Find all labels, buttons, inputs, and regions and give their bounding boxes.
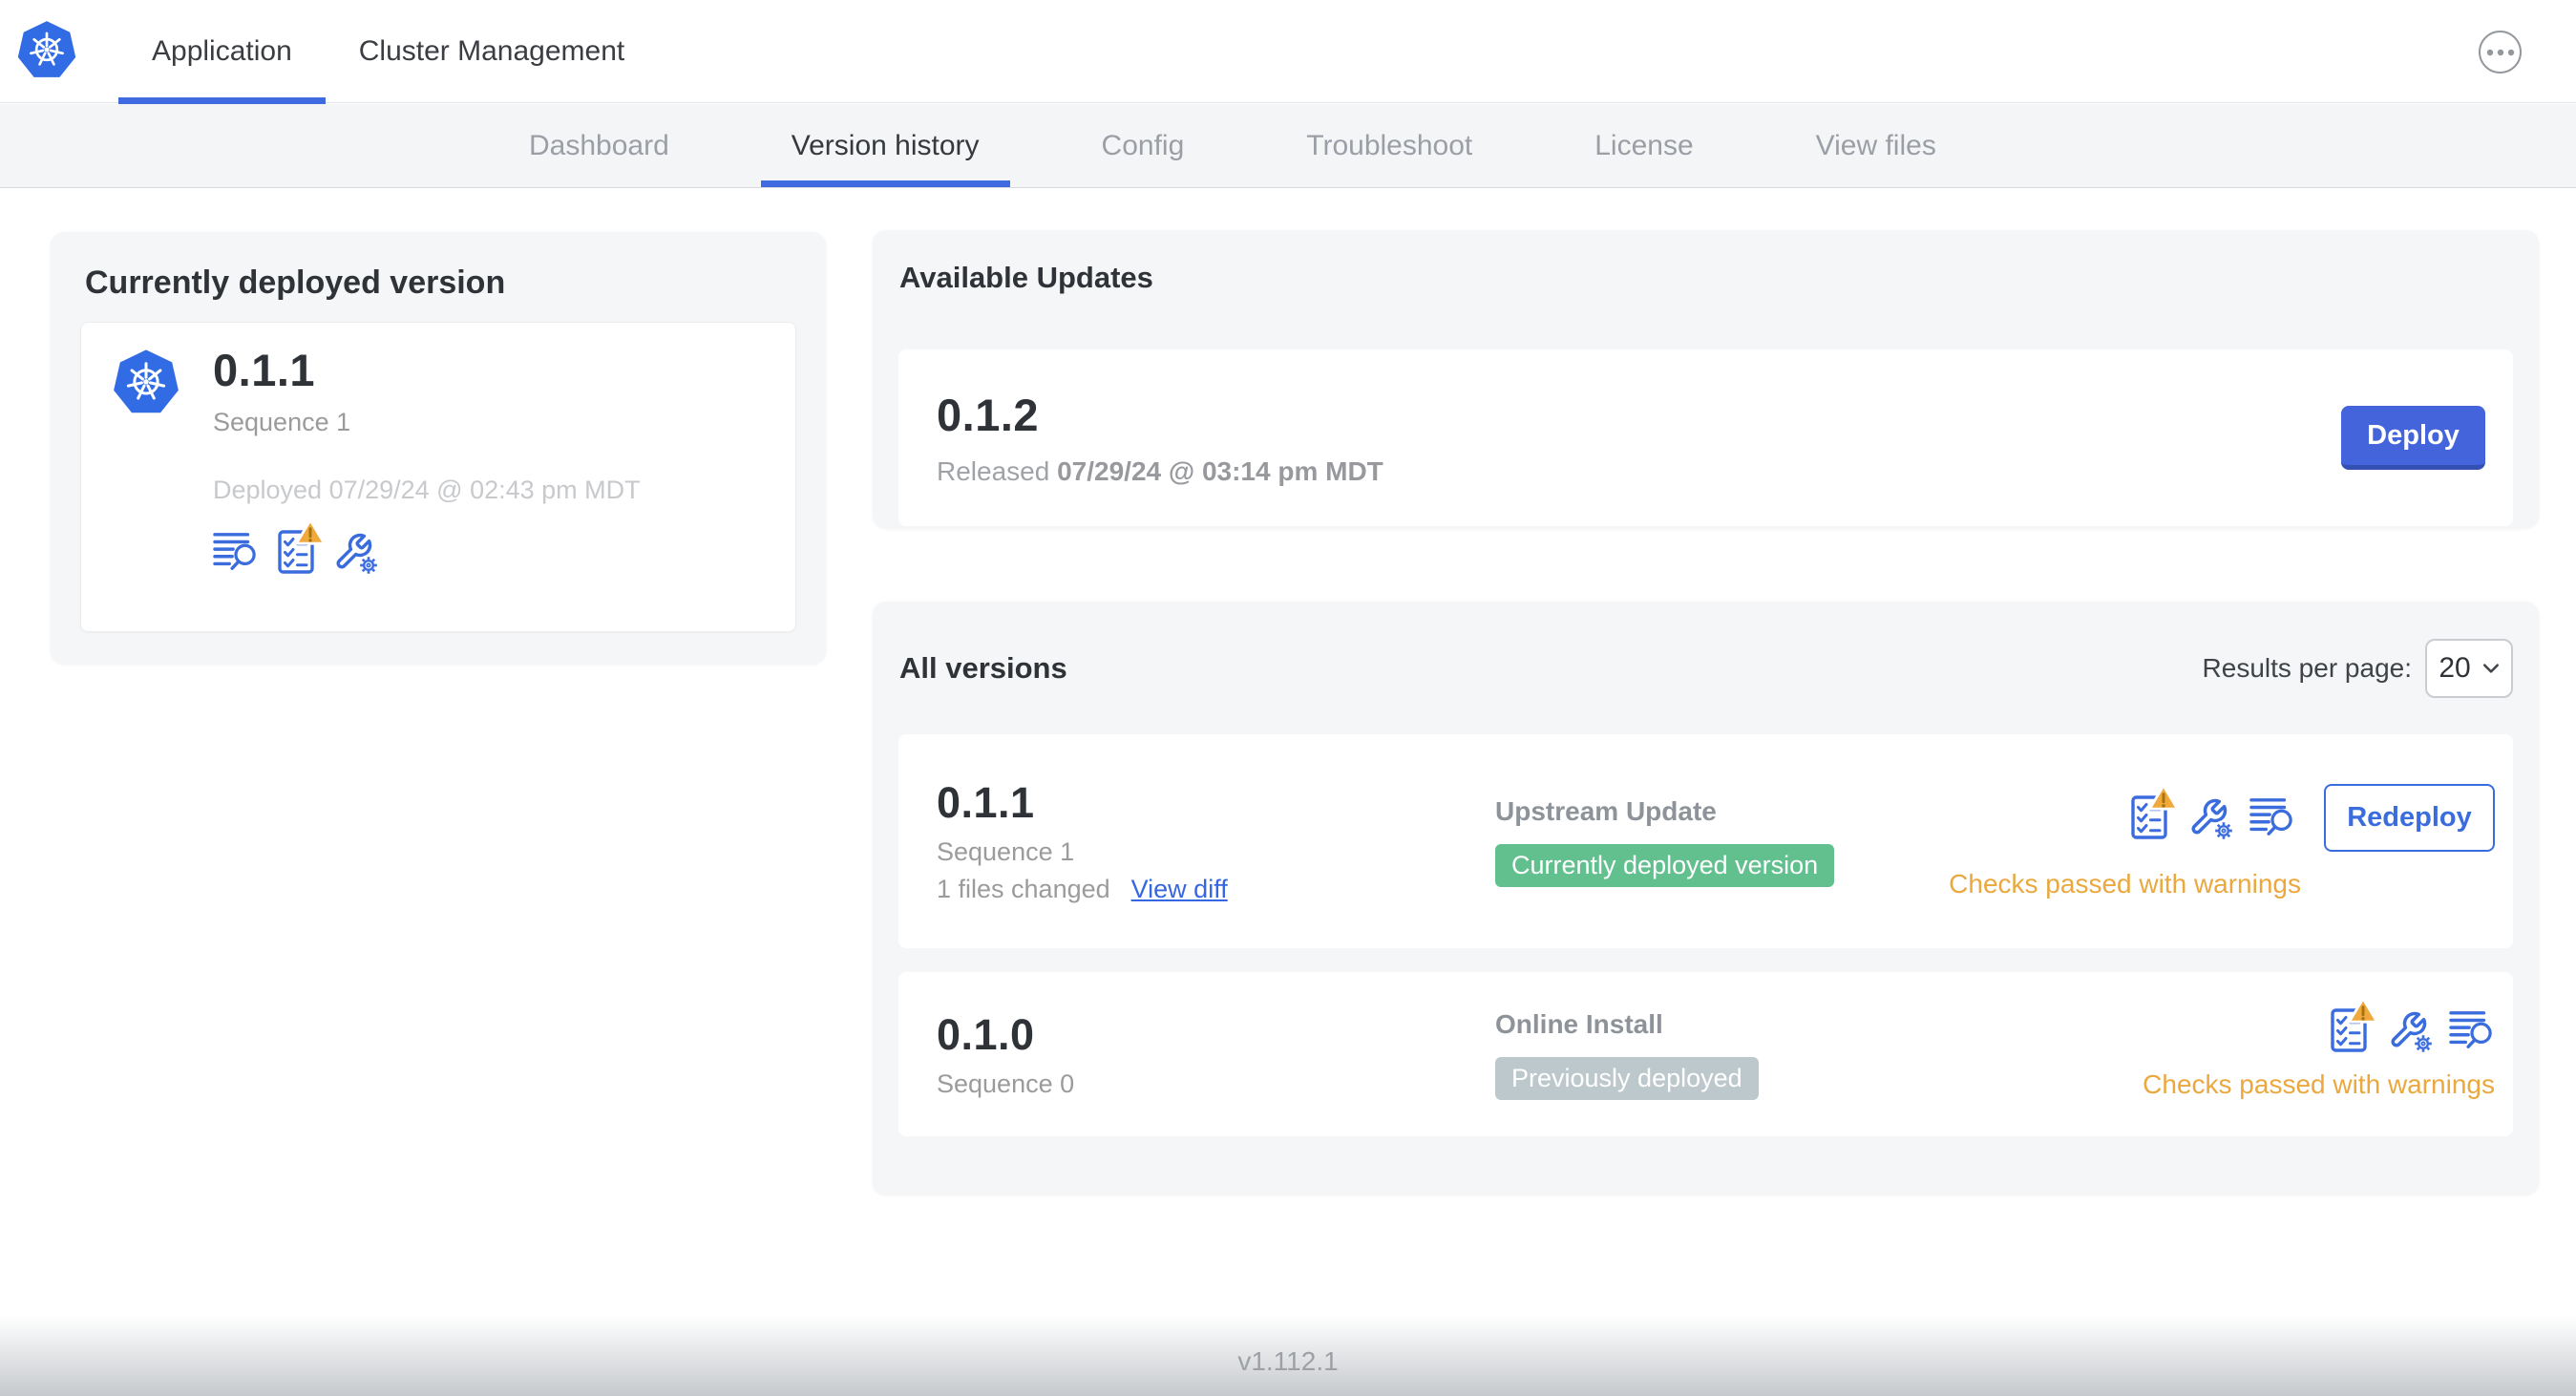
update-version-number: 0.1.2 <box>937 390 1040 440</box>
available-updates-card: Available Updates 0.1.2 Released 07/29/2… <box>873 230 2539 528</box>
status-badge: Previously deployed <box>1495 1056 1759 1100</box>
preflight-checks-icon[interactable] <box>2331 1008 2367 1052</box>
ellipsis-icon <box>2486 49 2515 56</box>
tab-view-files[interactable]: View files <box>1785 104 1967 187</box>
tab-version-history[interactable]: Version history <box>760 104 1010 187</box>
results-per-page-label: Results per page: <box>2202 653 2412 683</box>
available-updates-title: Available Updates <box>899 261 1153 294</box>
row-sequence: Sequence 0 <box>937 1068 1075 1098</box>
warning-triangle-icon <box>2147 783 2180 812</box>
app-header: Application Cluster Management <box>0 0 2576 104</box>
tab-cluster-management[interactable]: Cluster Management <box>326 0 658 103</box>
console-version-label: v1.112.1 <box>1237 1346 1339 1376</box>
all-versions-title: All versions <box>899 651 1067 685</box>
current-version-sequence: Sequence 1 <box>213 408 351 436</box>
view-diff-link[interactable]: View diff <box>1131 875 1228 904</box>
config-icon[interactable] <box>2188 797 2234 841</box>
header-tabs: Application Cluster Management <box>118 0 658 104</box>
warning-triangle-icon <box>2347 996 2379 1025</box>
config-icon[interactable] <box>333 532 379 576</box>
currently-deployed-title: Currently deployed version <box>85 264 506 301</box>
deploy-logs-icon[interactable] <box>2449 1009 2495 1051</box>
kubernetes-app-icon <box>111 348 181 418</box>
kubernetes-logo <box>15 19 78 82</box>
redeploy-button[interactable]: Redeploy <box>2324 783 2495 852</box>
currently-deployed-version-box: 0.1.1 Sequence 1 Deployed 07/29/24 @ 02:… <box>80 322 796 632</box>
row-version-number: 0.1.0 <box>937 1009 1035 1059</box>
warning-triangle-icon <box>294 518 327 546</box>
tab-application[interactable]: Application <box>118 0 326 104</box>
gear-icon <box>358 555 379 576</box>
status-badge: Currently deployed version <box>1495 843 1835 887</box>
current-version-deployed-at: Deployed 07/29/24 @ 02:43 pm MDT <box>213 476 641 504</box>
results-per-page-value: 20 <box>2439 652 2471 684</box>
available-update-row: 0.1.2 Released 07/29/24 @ 03:14 pm MDT D… <box>898 349 2513 526</box>
checks-status-link[interactable]: Checks passed with warnings <box>2143 1069 2495 1100</box>
row-version-number: 0.1.1 <box>937 778 1035 827</box>
files-changed-label: 1 files changed <box>937 875 1110 903</box>
chevron-down-icon <box>2482 663 2500 674</box>
gear-icon <box>2413 1033 2434 1054</box>
version-source-label: Upstream Update <box>1495 795 1717 826</box>
current-version-number: 0.1.1 <box>213 345 316 395</box>
deploy-button[interactable]: Deploy <box>2341 406 2485 470</box>
version-row-0-1-1: 0.1.1 Sequence 1 1 files changed View di… <box>898 734 2513 948</box>
version-row-0-1-0: 0.1.0 Sequence 0 Online Install Previous… <box>898 972 2513 1136</box>
deploy-logs-icon[interactable] <box>2249 796 2295 838</box>
preflight-checks-icon[interactable] <box>2131 795 2167 839</box>
all-versions-card: All versions Results per page: 20 0.1.1 … <box>873 602 2539 1195</box>
tab-dashboard[interactable]: Dashboard <box>498 104 700 187</box>
tab-license[interactable]: License <box>1564 104 1723 187</box>
results-per-page-select[interactable]: 20 <box>2425 639 2513 698</box>
app-subnav: Dashboard Version history Config Trouble… <box>0 104 2576 188</box>
config-icon[interactable] <box>2388 1010 2434 1054</box>
update-released-at: Released 07/29/24 @ 03:14 pm MDT <box>937 456 1383 487</box>
preflight-checks-icon[interactable] <box>278 530 314 574</box>
tab-troubleshoot[interactable]: Troubleshoot <box>1276 104 1503 187</box>
gear-icon <box>2213 820 2234 841</box>
tab-config[interactable]: Config <box>1071 104 1215 187</box>
row-sequence: Sequence 1 <box>937 837 1075 866</box>
currently-deployed-card: Currently deployed version 0.1.1 Sequenc… <box>51 232 826 664</box>
released-prefix: Released <box>937 456 1050 486</box>
checks-status-link[interactable]: Checks passed with warnings <box>1949 869 2301 899</box>
more-menu-button[interactable] <box>2479 31 2522 74</box>
released-date: 07/29/24 @ 03:14 pm MDT <box>1057 456 1383 486</box>
version-source-label: Online Install <box>1495 1008 1663 1039</box>
deploy-logs-icon[interactable] <box>213 531 259 573</box>
